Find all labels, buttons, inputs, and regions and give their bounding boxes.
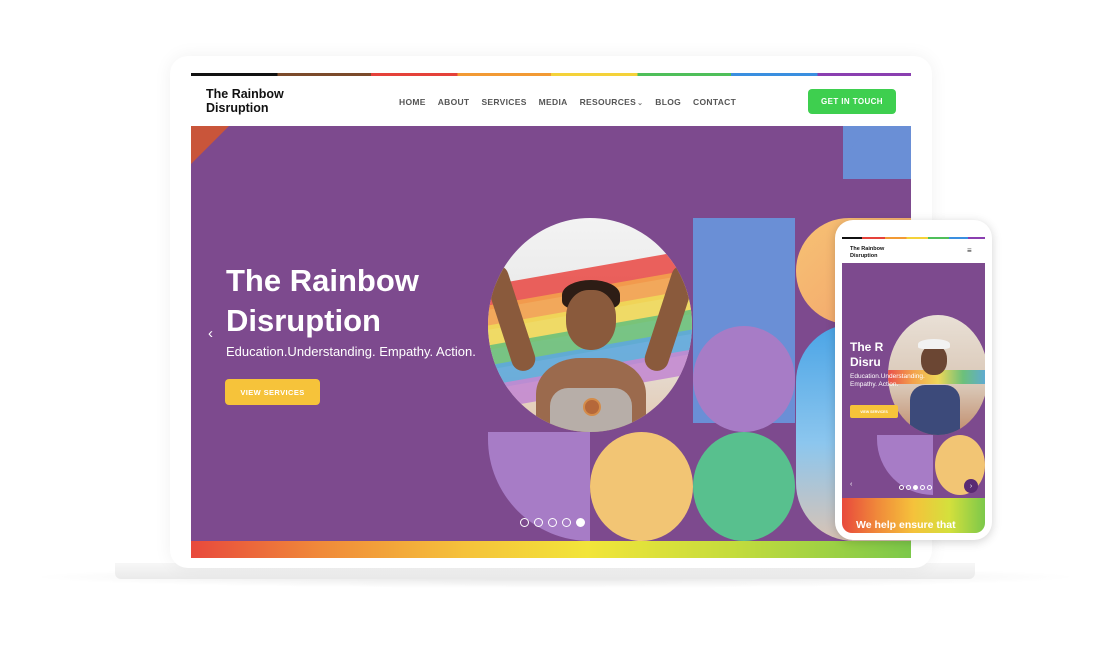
phone-slide-dot-3[interactable]: [913, 485, 918, 490]
phone-hero-title: The R Disru: [850, 340, 910, 370]
nav-item-blog[interactable]: BLOG: [655, 97, 681, 107]
corner-triangle-shape: [191, 126, 229, 164]
phone-slide-dot-5[interactable]: [927, 485, 932, 490]
phone-hero-subtitle: Education.Understanding. Empathy. Action…: [850, 373, 925, 388]
nav-item-media[interactable]: MEDIA: [539, 97, 568, 107]
main-nav: HOME ABOUT SERVICES MEDIA RESOURCES⌄ BLO…: [399, 97, 748, 107]
phone-hero: The R Disru Education.Understanding. Emp…: [842, 263, 985, 498]
logo-line-1: The Rainbow: [206, 87, 284, 101]
lavender-circle: [693, 326, 795, 432]
laptop-screen: The Rainbow Disruption HOME ABOUT SERVIC…: [191, 73, 911, 558]
nav-item-about[interactable]: ABOUT: [438, 97, 470, 107]
hero-subtitle: Education.Understanding. Empathy. Action…: [226, 344, 476, 359]
rainbow-bottom-band: [191, 541, 911, 558]
hero-title: The Rainbow Disruption: [226, 261, 486, 341]
phone-slide-dot-4[interactable]: [920, 485, 925, 490]
phone-slide-dot-1[interactable]: [899, 485, 904, 490]
green-circle: [693, 432, 795, 541]
nav-item-home[interactable]: HOME: [399, 97, 426, 107]
phone-chevron-right-icon[interactable]: ›: [964, 479, 978, 493]
get-in-touch-button[interactable]: GET IN TOUCH: [808, 89, 896, 114]
chevron-down-icon: ⌄: [637, 100, 644, 107]
phone-rainbow-stripe: [842, 237, 985, 239]
nav-item-contact[interactable]: CONTACT: [693, 97, 736, 107]
phone-slide-dot-2[interactable]: [906, 485, 911, 490]
slide-dot-1[interactable]: [520, 518, 529, 527]
chevron-left-icon[interactable]: ‹: [208, 325, 213, 342]
phone-frame: The Rainbow Disruption ≡ The R Disru Edu…: [835, 220, 992, 540]
hero-title-line-1: The Rainbow: [226, 263, 419, 298]
hero-slider: ‹ The Rainbow Disruption Education.Under…: [191, 126, 911, 541]
nav-item-resources[interactable]: RESOURCES⌄: [580, 97, 644, 107]
slide-dot-4[interactable]: [562, 518, 571, 527]
yellow-circle: [590, 432, 693, 541]
nav-item-services[interactable]: SERVICES: [481, 97, 526, 107]
slide-dot-2[interactable]: [534, 518, 543, 527]
phone-hero-title-line-2: Disru: [850, 355, 881, 369]
nav-item-resources-label: RESOURCES: [579, 97, 637, 107]
phone-hero-title-line-1: The R: [850, 340, 884, 354]
medal-icon: [583, 398, 601, 416]
hero-photo-woman-with-flag: [488, 218, 692, 432]
phone-slider-pagination: [899, 485, 932, 490]
hero-title-line-2: Disruption: [226, 303, 381, 338]
slide-dot-3[interactable]: [548, 518, 557, 527]
slider-pagination: [520, 518, 585, 527]
site-logo[interactable]: The Rainbow Disruption: [206, 87, 296, 115]
site-header: The Rainbow Disruption HOME ABOUT SERVIC…: [191, 76, 911, 126]
phone-view-services-button[interactable]: VIEW SERVICES: [850, 405, 898, 418]
phone-band-heading: We help ensure that: [856, 519, 956, 531]
phone-screen: The Rainbow Disruption ≡ The R Disru Edu…: [842, 237, 985, 533]
phone-site-logo[interactable]: The Rainbow Disruption: [850, 246, 900, 259]
hamburger-menu-icon[interactable]: ≡: [967, 246, 972, 255]
slide-dot-5[interactable]: [576, 518, 585, 527]
phone-chevron-left-icon[interactable]: ‹: [850, 481, 852, 488]
view-services-button[interactable]: VIEW SERVICES: [225, 379, 320, 405]
logo-line-2: Disruption: [206, 101, 269, 115]
phone-logo-line-2: Disruption: [850, 252, 878, 259]
